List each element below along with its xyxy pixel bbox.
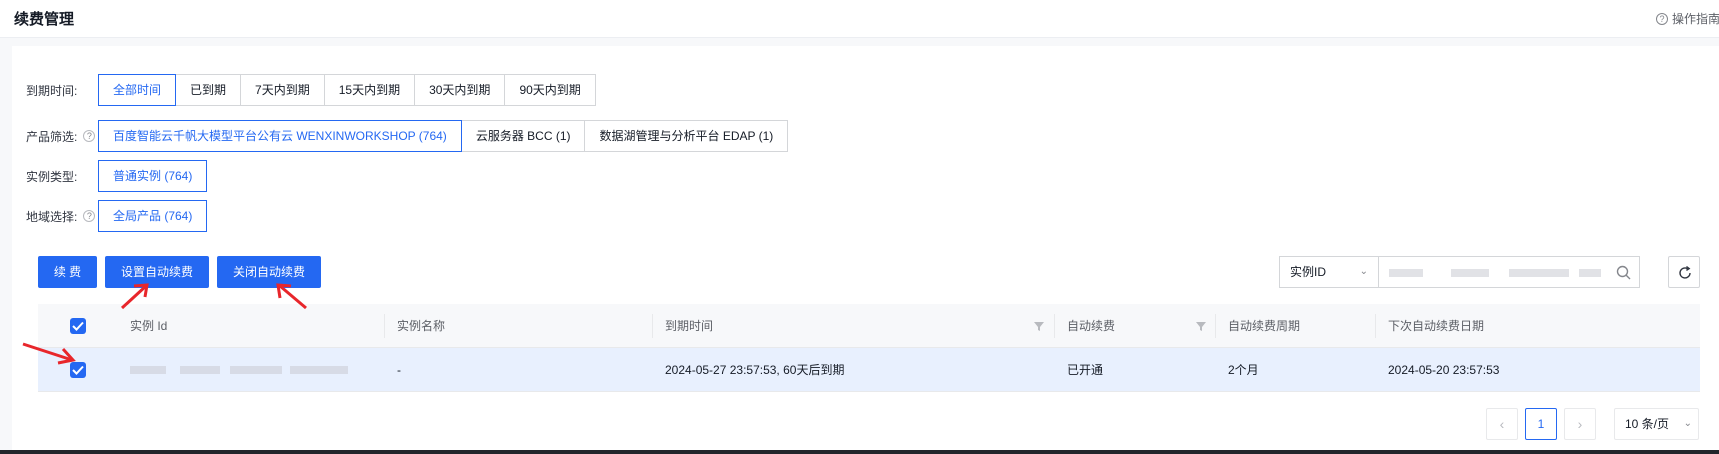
next-renew-date-cell: 2024-05-20 23:57:53 [1388, 363, 1500, 377]
help-circle-icon: ? [1656, 12, 1668, 25]
annotation-arrow-icon [22, 342, 76, 365]
page-header: 续费管理 ? 操作指南 [0, 0, 1719, 38]
column-header-expire-time: 到期时间 [665, 319, 714, 333]
page-button-current[interactable]: 1 [1525, 408, 1557, 440]
expiry-option-90d[interactable]: 90天内到期 [504, 74, 596, 106]
page-size-label: 10 条/页 [1625, 417, 1670, 431]
product-option-wenxinworkshop[interactable]: 百度智能云千帆大模型平台公有云 WENXINWORKSHOP (764) [98, 120, 462, 152]
redacted-text [1579, 269, 1601, 277]
annotation-arrow-icon [120, 283, 149, 310]
help-circle-icon[interactable]: ? [83, 210, 96, 222]
column-header-instance-name: 实例名称 [397, 319, 446, 333]
help-circle-icon[interactable]: ? [83, 130, 96, 142]
check-icon [72, 321, 84, 331]
filter-row-instance-type: 实例类型: 普通实例 (764) [26, 160, 208, 192]
expire-time-cell: 2024-05-27 23:57:53, 60天后到期 [665, 363, 845, 377]
column-header-next-renew-date: 下次自动续费日期 [1388, 319, 1485, 333]
prev-page-button[interactable]: ‹ [1486, 408, 1518, 440]
expiry-option-expired[interactable]: 已到期 [175, 74, 242, 106]
operation-guide-link[interactable]: ? 操作指南 [1656, 10, 1719, 27]
filter-label: 实例类型: [26, 169, 78, 184]
select-all-checkbox[interactable] [70, 318, 86, 334]
region-option-global[interactable]: 全局产品 (764) [98, 200, 208, 232]
redacted-text [130, 366, 166, 374]
page-title: 续费管理 [14, 11, 75, 28]
auto-renew-cell: 已开通 [1067, 363, 1104, 377]
product-option-bcc[interactable]: 云服务器 BCC (1) [460, 120, 586, 152]
expiry-option-all[interactable]: 全部时间 [98, 74, 177, 106]
product-option-edap[interactable]: 数据湖管理与分析平台 EDAP (1) [584, 120, 789, 152]
filter-label: 到期时间: [26, 83, 78, 98]
filter-label: 产品筛选:? [26, 128, 98, 145]
filter-row-region: 地域选择:? 全局产品 (764) [26, 200, 208, 232]
redacted-text [1451, 269, 1489, 277]
column-header-auto-renew: 自动续费 [1067, 319, 1116, 333]
expiry-option-30d[interactable]: 30天内到期 [414, 74, 506, 106]
expiry-option-7d[interactable]: 7天内到期 [240, 74, 325, 106]
redacted-text [180, 366, 220, 374]
instance-name-cell: - [397, 363, 401, 377]
table-row[interactable]: - 2024-05-27 23:57:53, 60天后到期 已开通 2个月 20… [38, 348, 1700, 392]
filter-row-product: 产品筛选:? 百度智能云千帆大模型平台公有云 WENXINWORKSHOP (7… [26, 120, 789, 152]
refresh-icon [1679, 265, 1691, 279]
instance-type-segment: 普通实例 (764) [98, 160, 208, 192]
redacted-text [290, 366, 348, 374]
page-size-select[interactable]: 10 条/页 ⌄ [1614, 408, 1699, 440]
expiry-option-15d[interactable]: 15天内到期 [323, 74, 416, 106]
filter-icon[interactable] [1195, 320, 1207, 332]
redacted-text [1509, 269, 1569, 277]
refresh-button[interactable] [1668, 256, 1700, 288]
filter-label: 地域选择:? [26, 208, 98, 225]
region-segment: 全局产品 (764) [98, 200, 208, 232]
renew-button[interactable]: 续 费 [38, 256, 97, 288]
redacted-text [230, 366, 282, 374]
guide-label: 操作指南 [1672, 12, 1719, 26]
expiry-segment: 全部时间 已到期 7天内到期 15天内到期 30天内到期 90天内到期 [98, 74, 596, 106]
window-bottom-edge [0, 450, 1719, 454]
product-segment: 百度智能云千帆大模型平台公有云 WENXINWORKSHOP (764) 云服务… [98, 120, 789, 152]
instance-id-cell [118, 348, 384, 392]
redacted-text [1389, 269, 1423, 277]
filter-icon[interactable] [1033, 320, 1045, 332]
search-field-select[interactable]: 实例ID ⌄ [1279, 256, 1379, 288]
search-field-label: 实例ID [1290, 265, 1327, 279]
renew-period-cell: 2个月 [1228, 363, 1259, 377]
annotation-arrow-icon [276, 283, 307, 310]
chevron-down-icon: ⌄ [1359, 266, 1368, 277]
chevron-down-icon: ⌄ [1683, 418, 1692, 429]
search-icon[interactable] [1615, 264, 1633, 282]
instance-type-option-normal[interactable]: 普通实例 (764) [98, 160, 208, 192]
filter-row-expiry: 到期时间: 全部时间 已到期 7天内到期 15天内到期 30天内到期 90天内到… [26, 74, 596, 106]
next-page-button[interactable]: › [1564, 408, 1596, 440]
search-input[interactable] [1378, 256, 1640, 288]
column-header-renew-period: 自动续费周期 [1228, 319, 1301, 333]
check-icon [72, 365, 84, 375]
